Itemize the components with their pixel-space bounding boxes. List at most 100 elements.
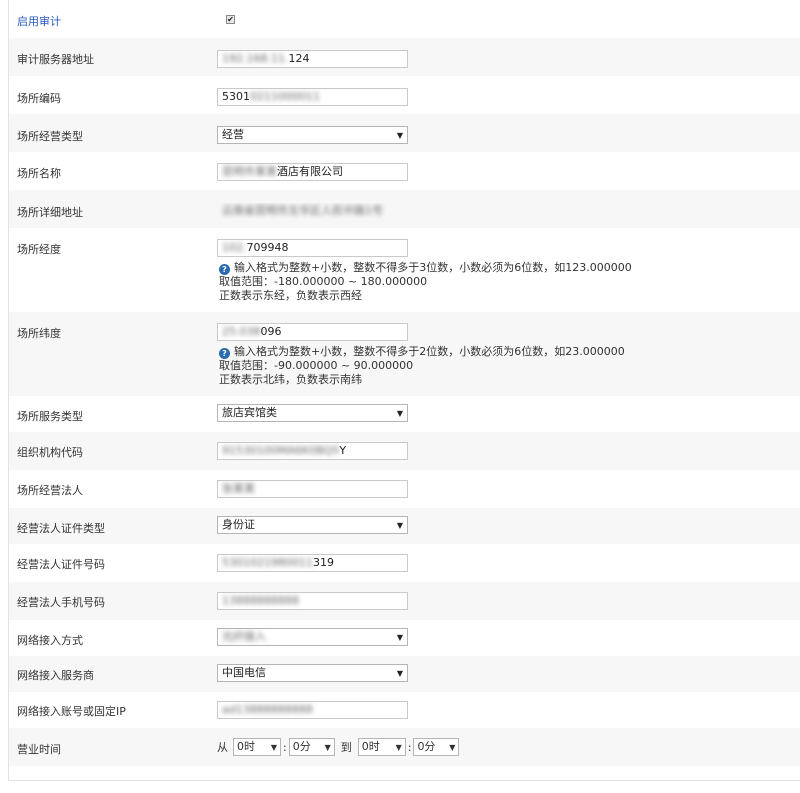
legal-id-type-value: 身份证 bbox=[222, 518, 255, 531]
chevron-down-icon: ▼ bbox=[270, 743, 277, 752]
site-name-input[interactable]: 昆明市某某酒店有限公司 bbox=[217, 163, 408, 181]
row-site-service-type: 场所服务类型 旅店宾馆类 ▼ bbox=[9, 396, 800, 432]
longitude-hint-sign: 正数表示东经，负数表示西经 bbox=[219, 289, 362, 302]
site-name-value: 酒店有限公司 bbox=[277, 165, 343, 178]
row-legal-phone: 经营法人手机号码 13888888888 bbox=[9, 582, 800, 620]
row-network-provider: 网络接入服务商 中国电信 ▼ bbox=[9, 656, 800, 692]
longitude-hint: ? 输入格式为整数+小数，整数不得多于3位数，小数必须为6位数，如123.0000… bbox=[219, 261, 632, 303]
network-access-mode-label: 网络接入方式 bbox=[17, 634, 83, 647]
network-provider-select[interactable]: 中国电信 ▼ bbox=[217, 664, 408, 682]
row-audit-server: 审计服务器地址 192.168.11.124 bbox=[9, 38, 800, 76]
chevron-down-icon: ▼ bbox=[396, 633, 403, 642]
longitude-label: 场所经度 bbox=[17, 243, 61, 256]
longitude-value: 709948 bbox=[246, 241, 289, 254]
longitude-hint-format: 输入格式为整数+小数，整数不得多于3位数，小数必须为6位数，如123.00000… bbox=[234, 261, 632, 274]
latitude-value-redacted: 25.038 bbox=[222, 325, 261, 338]
latitude-value: 096 bbox=[260, 325, 282, 338]
row-network-access-mode: 网络接入方式 光纤接入 ▼ bbox=[9, 620, 800, 656]
row-longitude: 场所经度 102.709948 ? 输入格式为整数+小数，整数不得多于3位数，小数… bbox=[9, 228, 800, 312]
site-business-type-value: 经营 bbox=[222, 128, 244, 141]
chevron-down-icon: ▼ bbox=[396, 521, 403, 530]
longitude-value-redacted: 102. bbox=[222, 241, 247, 254]
latitude-label: 场所纬度 bbox=[17, 327, 61, 340]
legal-id-number-value: 319 bbox=[312, 556, 334, 569]
latitude-hint-sign: 正数表示北纬，负数表示南纬 bbox=[219, 373, 362, 386]
time-colon: : bbox=[407, 740, 412, 754]
row-legal-person: 场所经营法人 张某某 bbox=[9, 470, 800, 508]
network-provider-value: 中国电信 bbox=[222, 666, 266, 679]
site-address-label: 场所详细地址 bbox=[17, 206, 83, 219]
end-minute-select[interactable]: 0分 ▼ bbox=[413, 738, 460, 756]
row-business-hours: 营业时间 从 0时 ▼ : 0分 ▼ 到 0时 ▼ : 0分 ▼ bbox=[9, 728, 800, 766]
site-service-type-value: 旅店宾馆类 bbox=[222, 406, 277, 419]
latitude-hint-format: 输入格式为整数+小数，整数不得多于2位数，小数必须为6位数，如23.000000 bbox=[234, 345, 625, 358]
chevron-down-icon: ▼ bbox=[396, 669, 403, 678]
site-service-type-select[interactable]: 旅店宾馆类 ▼ bbox=[217, 404, 408, 422]
site-name-value-redacted: 昆明市某某 bbox=[222, 165, 277, 178]
legal-phone-value-redacted: 13888888888 bbox=[222, 594, 299, 607]
row-site-business-type: 场所经营类型 经营 ▼ bbox=[9, 114, 800, 152]
org-code-value: Y bbox=[339, 444, 347, 457]
legal-id-number-input[interactable]: 5301021980011319 bbox=[217, 554, 408, 572]
network-account-input[interactable]: ad13888888888 bbox=[217, 701, 408, 719]
row-latitude: 场所纬度 25.038096 ? 输入格式为整数+小数，整数不得多于2位数，小数必… bbox=[9, 312, 800, 396]
network-account-label: 网络接入账号或固定IP bbox=[17, 705, 126, 718]
site-code-label: 场所编码 bbox=[17, 92, 61, 105]
legal-id-number-value-redacted: 5301021980011 bbox=[222, 556, 313, 569]
start-minute-value: 0分 bbox=[292, 740, 311, 753]
site-address-input[interactable]: 云南省昆明市五华区人民中路1号 bbox=[217, 202, 408, 220]
network-access-mode-select[interactable]: 光纤接入 ▼ bbox=[217, 628, 408, 646]
audit-server-label: 审计服务器地址 bbox=[17, 53, 94, 66]
legal-id-type-label: 经营法人证件类型 bbox=[17, 522, 105, 535]
row-legal-id-type: 经营法人证件类型 身份证 ▼ bbox=[9, 508, 800, 544]
start-minute-select[interactable]: 0分 ▼ bbox=[288, 738, 335, 756]
org-code-value-redacted: 91530100MA6K0BQ5 bbox=[222, 444, 340, 457]
legal-person-input[interactable]: 张某某 bbox=[217, 480, 408, 498]
network-account-value-redacted: ad13888888888 bbox=[222, 703, 313, 716]
latitude-hint: ? 输入格式为整数+小数，整数不得多于2位数，小数必须为6位数，如23.00000… bbox=[219, 345, 625, 387]
end-hour-value: 0时 bbox=[361, 740, 380, 753]
network-access-mode-value-redacted: 光纤接入 bbox=[222, 630, 266, 643]
enable-audit-label: 启用审计 bbox=[17, 15, 61, 28]
audit-server-input[interactable]: 192.168.11.124 bbox=[217, 50, 408, 68]
enable-audit-checkbox[interactable]: ✔ bbox=[226, 15, 235, 24]
chevron-down-icon: ▼ bbox=[324, 743, 331, 752]
row-site-code: 场所编码 53010211000011 bbox=[9, 76, 800, 114]
audit-server-value-redacted: 192.168.11. bbox=[222, 52, 289, 65]
end-hour-select[interactable]: 0时 ▼ bbox=[357, 738, 406, 756]
chevron-down-icon: ▼ bbox=[395, 743, 402, 752]
settings-form: 启用审计 ✔ 审计服务器地址 192.168.11.124 场所编码 53010… bbox=[8, 0, 800, 781]
org-code-input[interactable]: 91530100MA6K0BQ5Y bbox=[217, 442, 408, 460]
site-business-type-select[interactable]: 经营 ▼ bbox=[217, 126, 408, 144]
help-icon: ? bbox=[219, 264, 230, 275]
chevron-down-icon: ▼ bbox=[396, 409, 403, 418]
org-code-label: 组织机构代码 bbox=[17, 446, 83, 459]
site-address-value-redacted: 云南省昆明市五华区人民中路1号 bbox=[222, 204, 383, 217]
legal-id-number-label: 经营法人证件号码 bbox=[17, 558, 105, 571]
row-site-name: 场所名称 昆明市某某酒店有限公司 bbox=[9, 152, 800, 190]
chevron-down-icon: ▼ bbox=[396, 131, 403, 140]
help-icon: ? bbox=[219, 348, 230, 359]
legal-person-value-redacted: 张某某 bbox=[222, 482, 255, 495]
legal-id-type-select[interactable]: 身份证 ▼ bbox=[217, 516, 408, 534]
business-hours-label: 营业时间 bbox=[17, 743, 61, 756]
site-code-value-redacted: 0211000011 bbox=[250, 90, 320, 103]
row-org-code: 组织机构代码 91530100MA6K0BQ5Y bbox=[9, 432, 800, 470]
site-service-type-label: 场所服务类型 bbox=[17, 410, 83, 423]
longitude-hint-range: 取值范围：-180.000000 ~ 180.000000 bbox=[219, 275, 428, 288]
to-label: 到 bbox=[340, 741, 352, 754]
start-hour-value: 0时 bbox=[237, 740, 255, 753]
chevron-down-icon: ▼ bbox=[449, 743, 456, 752]
site-code-input[interactable]: 53010211000011 bbox=[217, 88, 408, 106]
legal-phone-input[interactable]: 13888888888 bbox=[217, 592, 408, 610]
site-business-type-label: 场所经营类型 bbox=[17, 130, 83, 143]
network-provider-label: 网络接入服务商 bbox=[17, 669, 94, 682]
end-minute-value: 0分 bbox=[417, 740, 436, 753]
longitude-input[interactable]: 102.709948 bbox=[217, 239, 408, 257]
audit-server-value: 124 bbox=[288, 52, 310, 65]
start-hour-select[interactable]: 0时 ▼ bbox=[233, 738, 281, 756]
row-site-address: 场所详细地址 云南省昆明市五华区人民中路1号 bbox=[9, 190, 800, 228]
site-name-label: 场所名称 bbox=[17, 167, 61, 180]
latitude-input[interactable]: 25.038096 bbox=[217, 323, 408, 341]
latitude-hint-range: 取值范围：-90.000000 ~ 90.000000 bbox=[219, 359, 414, 372]
